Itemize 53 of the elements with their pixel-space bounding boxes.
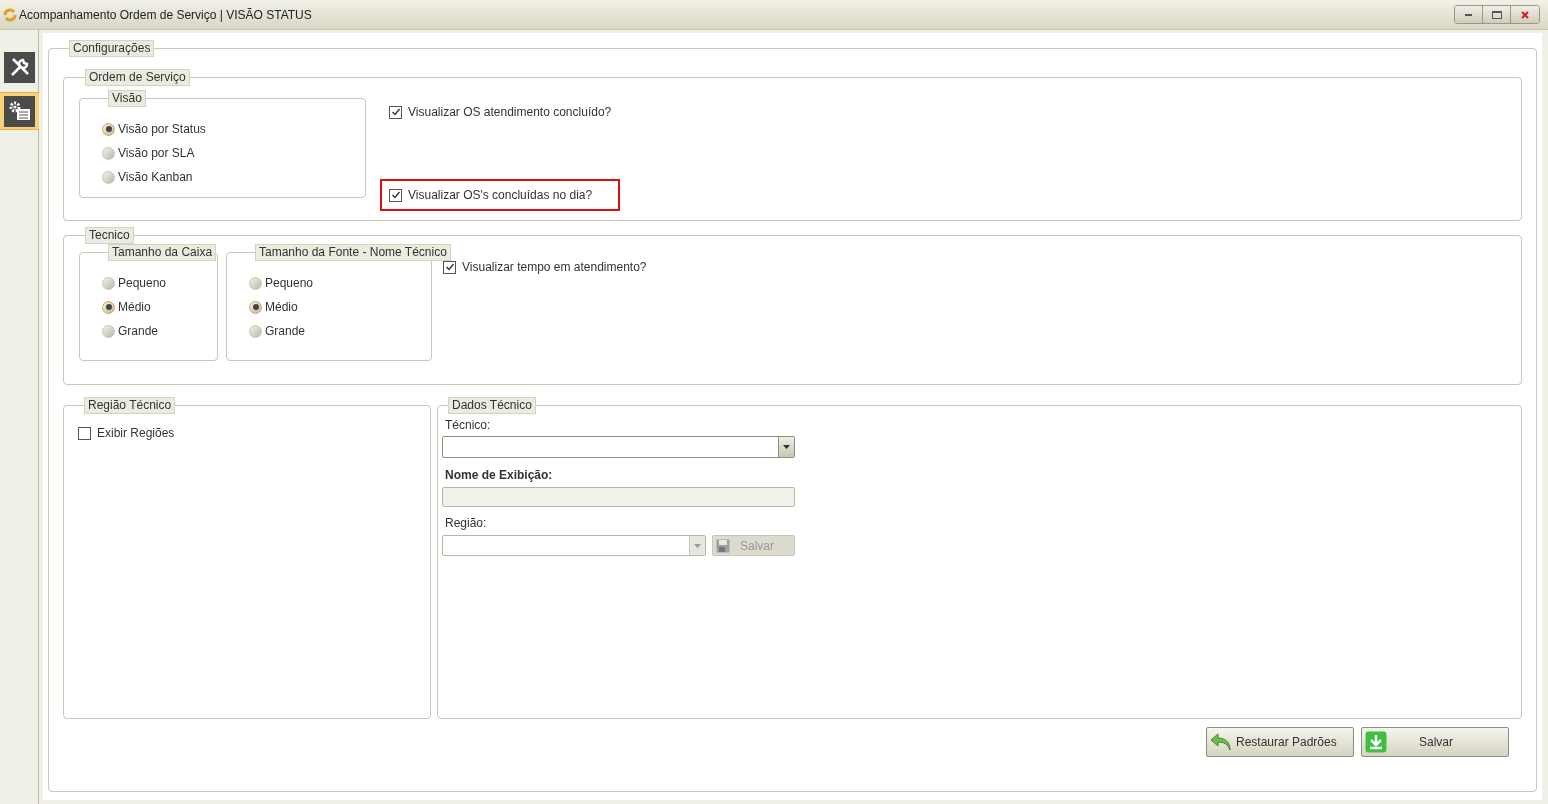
radio-button[interactable] <box>102 300 115 314</box>
radio-label: Grande <box>265 323 306 340</box>
dropdown-arrow-icon <box>783 445 790 449</box>
sidebar-button[interactable] <box>0 92 39 130</box>
app-logo-icon <box>2 6 18 23</box>
group-title: Tamanho da Caixa <box>108 244 217 261</box>
undo-arrow-icon <box>1210 732 1232 752</box>
radio-label: Pequeno <box>265 275 314 292</box>
radio-button[interactable] <box>249 300 262 314</box>
radio-label: Grande <box>118 323 159 340</box>
display-name-field[interactable] <box>442 487 795 507</box>
close-icon <box>1521 10 1529 19</box>
checkbox-label: Visualizar OS's concluídas no dia? <box>408 187 593 204</box>
close-button[interactable] <box>1511 6 1539 23</box>
gear-list-icon <box>7 100 32 122</box>
radio-button[interactable] <box>249 276 262 290</box>
radio-label: Visão por SLA <box>118 145 195 162</box>
checkbox[interactable] <box>389 105 402 119</box>
group-title: Configurações <box>69 40 155 57</box>
checkbox-label: Exibir Regiões <box>97 425 175 442</box>
radio-button[interactable] <box>249 324 262 338</box>
checkbox[interactable] <box>443 260 456 274</box>
radio-button[interactable] <box>102 324 115 338</box>
field-label: Região: <box>445 515 488 532</box>
checkbox-label: Visualizar OS atendimento concluído? <box>408 104 612 121</box>
radio-button[interactable] <box>102 276 115 290</box>
radio-label: Visão por Status <box>118 121 206 138</box>
group-title: Tecnico <box>85 227 134 244</box>
checkbox-label: Visualizar tempo em atendimento? <box>462 259 647 276</box>
radio-label: Visão Kanban <box>118 169 193 186</box>
window-title: Acompanhamento Ordem de Serviço | VISÃO STATUS <box>19 6 312 24</box>
radio-button[interactable] <box>102 122 115 136</box>
radio-label: Médio <box>265 299 298 316</box>
minimize-button[interactable] <box>1455 6 1483 23</box>
group-title: Região Técnico <box>84 397 176 414</box>
download-icon <box>1365 731 1387 753</box>
group-title: Dados Técnico <box>448 397 536 414</box>
radio-label: Pequeno <box>118 275 167 292</box>
group-title: Ordem de Serviço <box>85 69 190 86</box>
checkbox[interactable] <box>389 188 402 202</box>
restore-defaults-button[interactable]: Restaurar Padrões <box>1206 727 1354 757</box>
radio-label: Médio <box>118 299 151 316</box>
group-title: Tamanho da Fonte - Nome Técnico <box>255 244 451 261</box>
save-button[interactable]: Salvar <box>1361 727 1509 757</box>
maximize-button[interactable] <box>1483 6 1511 23</box>
field-label: Técnico: <box>445 417 492 434</box>
radio-button[interactable] <box>102 146 115 160</box>
group-title: Visão <box>108 90 146 107</box>
radio-button[interactable] <box>102 170 115 184</box>
checkbox[interactable] <box>78 426 91 440</box>
field-label: Nome de Exibição: <box>445 467 554 484</box>
dropdown-arrow-icon <box>694 543 701 548</box>
technician-dropdown[interactable] <box>442 436 795 458</box>
